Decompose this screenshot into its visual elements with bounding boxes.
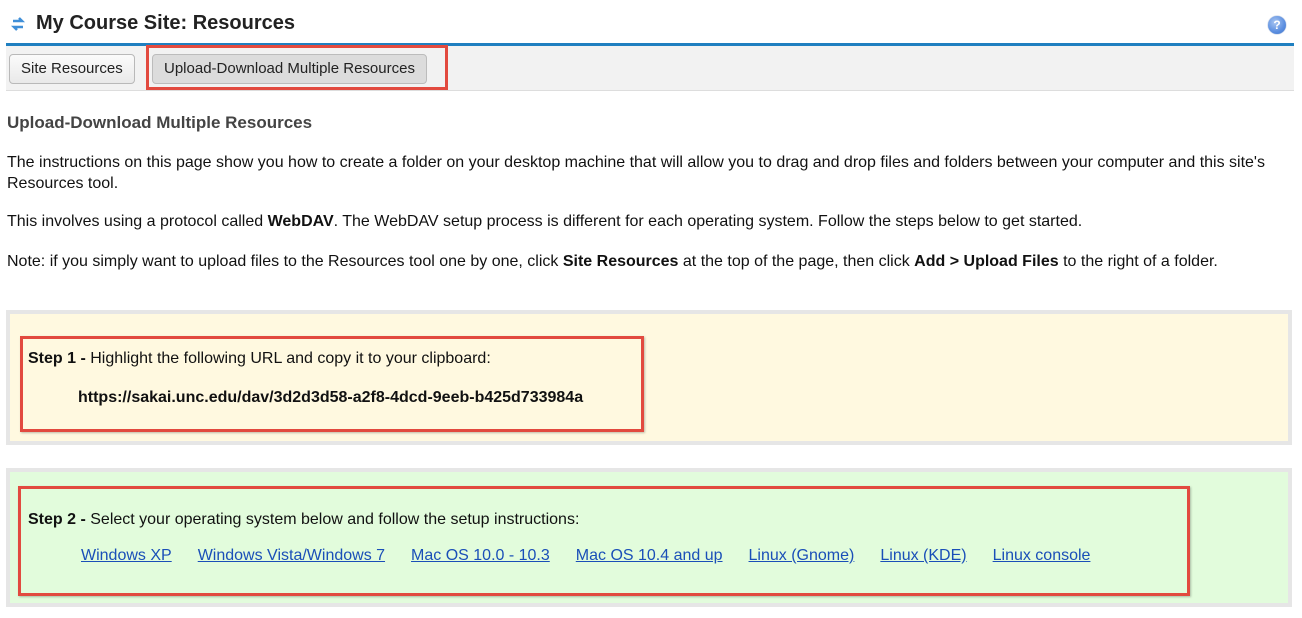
step1-instruction: Step 1 - Highlight the following URL and… <box>28 350 491 368</box>
text: This involves using a protocol called <box>7 213 268 230</box>
os-link-linux-kde[interactable]: Linux (KDE) <box>880 547 966 564</box>
os-link-linux-gnome[interactable]: Linux (Gnome) <box>749 547 855 564</box>
toolbar: Site Resources Upload-Download Multiple … <box>6 46 1294 91</box>
os-link-windows-xp[interactable]: Windows XP <box>81 547 172 564</box>
upload-download-multiple-button[interactable]: Upload-Download Multiple Resources <box>152 54 427 84</box>
tool-title-bar: My Course Site: Resources ? <box>6 0 1294 46</box>
text: . The WebDAV setup process is different … <box>333 213 1083 230</box>
text: Note: if you simply want to upload files… <box>7 253 563 270</box>
site-resources-button[interactable]: Site Resources <box>9 54 135 84</box>
intro-paragraph: The instructions on this page show you h… <box>7 154 1265 192</box>
os-link-mac-10-4-up[interactable]: Mac OS 10.4 and up <box>576 547 723 564</box>
add-upload-files-bold: Add > Upload Files <box>914 253 1059 270</box>
webdav-url[interactable]: https://sakai.unc.edu/dav/3d2d3d58-a2f8-… <box>78 389 583 407</box>
os-link-mac-10-0-10-3[interactable]: Mac OS 10.0 - 10.3 <box>411 547 550 564</box>
step1-label: Step 1 - <box>28 350 86 367</box>
step2-text: Select your operating system below and f… <box>85 511 580 528</box>
annotation-highlight-step2 <box>18 486 1190 596</box>
os-link-linux-console[interactable]: Linux console <box>993 547 1091 564</box>
os-links: Windows XP Windows Vista/Windows 7 Mac OS … <box>81 547 1116 565</box>
reset-arrows-icon[interactable] <box>10 16 26 32</box>
step2-label: Step 2 - <box>28 511 86 528</box>
page-title: My Course Site: Resources <box>36 12 295 34</box>
text: at the top of the page, then click <box>678 253 915 270</box>
webdav-bold: WebDAV <box>267 213 334 230</box>
section-title: Upload-Download Multiple Resources <box>7 113 313 132</box>
note-paragraph: Note: if you simply want to upload files… <box>7 251 1297 272</box>
step1-text: Highlight the following URL and copy it … <box>85 350 491 367</box>
text: to the right of a folder. <box>1058 253 1218 270</box>
os-link-windows-vista-7[interactable]: Windows Vista/Windows 7 <box>198 547 385 564</box>
webdav-paragraph: This involves using a protocol called We… <box>7 211 1297 232</box>
help-icon[interactable]: ? <box>1268 16 1286 34</box>
site-resources-bold: Site Resources <box>562 253 679 270</box>
step2-instruction: Step 2 - Select your operating system be… <box>28 511 579 529</box>
